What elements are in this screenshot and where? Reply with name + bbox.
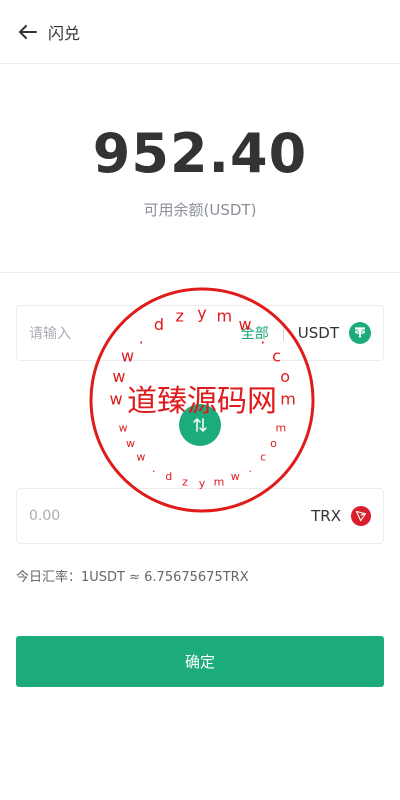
balance-label: 可用余额(USDT) xyxy=(143,201,257,219)
to-coin-label: TRX xyxy=(311,507,341,525)
balance-amount: 952.40 xyxy=(92,122,308,185)
watermark-bottom-letter: w xyxy=(231,470,240,483)
back-button[interactable] xyxy=(16,20,40,44)
from-coin-label: USDT xyxy=(297,324,339,342)
swap-arrows-icon xyxy=(193,418,207,432)
watermark-bottom-letter: . xyxy=(248,462,252,475)
confirm-button[interactable]: 确定 xyxy=(16,636,384,687)
from-amount-input[interactable]: 请输入 xyxy=(29,323,241,343)
watermark-bottom-letter: c xyxy=(260,451,266,464)
watermark-top-letter: o xyxy=(280,367,290,386)
watermark-bottom-letter: d xyxy=(165,470,172,483)
watermark-bottom-letter: w xyxy=(119,422,128,435)
watermark-bottom-letter: z xyxy=(182,475,188,488)
watermark-bottom-letter: . xyxy=(152,462,156,475)
watermark-bottom-letter: o xyxy=(270,437,277,450)
watermark-top-letter: m xyxy=(280,390,296,409)
to-amount-value: 0.00 xyxy=(29,508,61,524)
watermark-bottom-letter: m xyxy=(214,475,225,488)
tron-icon xyxy=(351,506,371,526)
from-amount-card: 请输入 全部 USDT xyxy=(16,305,384,361)
divider xyxy=(282,325,284,341)
arrow-left-icon xyxy=(19,24,37,39)
exchange-rate: 今日汇率：1USDT ≈ 6.75675675TRX xyxy=(16,570,249,585)
usdt-tether-icon xyxy=(349,322,371,344)
balance-section: 952.40 可用余额(USDT) xyxy=(0,64,400,273)
to-amount-card: 0.00 TRX xyxy=(16,488,384,544)
watermark-bottom-letter: w xyxy=(136,451,145,464)
page-header: 闪兑 xyxy=(0,0,400,64)
watermark-bottom-letter: w xyxy=(126,437,135,450)
page-title: 闪兑 xyxy=(48,23,81,43)
all-button[interactable]: 全部 xyxy=(241,323,269,343)
swap-button[interactable] xyxy=(179,404,221,446)
watermark-top-letter: w xyxy=(112,367,125,386)
watermark-top-letter: w xyxy=(109,390,122,409)
watermark-bottom-letter: m xyxy=(276,422,287,435)
